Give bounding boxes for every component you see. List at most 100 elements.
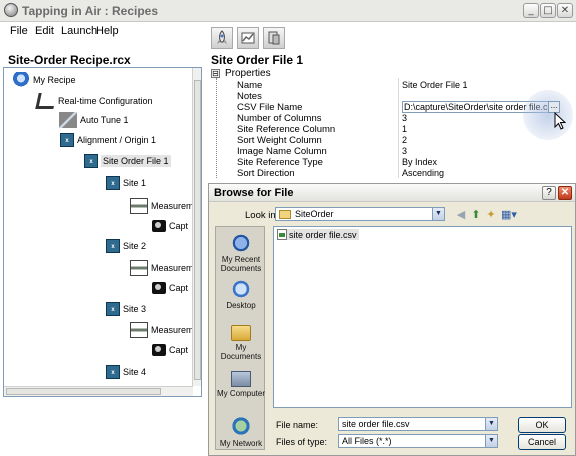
properties-header[interactable]: ⊟ Properties xyxy=(211,68,271,79)
app-icon xyxy=(4,3,18,17)
tree-item-site-2[interactable]: x Site 2 xyxy=(106,239,146,253)
column-divider xyxy=(398,78,399,178)
prop-notes-label: Notes xyxy=(237,91,262,102)
prop-csv-file-label: CSV File Name xyxy=(237,102,303,113)
chevron-down-icon[interactable]: ▼ xyxy=(432,208,444,220)
prop-num-columns-label: Number of Columns xyxy=(237,113,322,124)
dialog-title: Browse for File xyxy=(214,187,294,199)
site-icon: x xyxy=(106,176,120,190)
tree-item-realtime-config[interactable]: Real-time Configuration xyxy=(35,93,153,109)
microscope-icon xyxy=(35,93,57,109)
title-bar: Tapping in Air : Recipes _ □ ✕ xyxy=(0,0,576,22)
prop-name-label: Name xyxy=(237,80,263,91)
tune-icon xyxy=(59,112,77,128)
tree-item-capture-2[interactable]: Capt xyxy=(152,282,188,294)
tree-horizontal-scrollbar[interactable] xyxy=(4,386,193,396)
my-computer-icon xyxy=(231,371,251,387)
scrollbar-thumb[interactable] xyxy=(6,388,161,395)
places-bar: My Recent Documents Desktop My Documents… xyxy=(215,226,265,450)
tree-item-capture-1[interactable]: Capt xyxy=(152,220,188,232)
tree-item-capture-3[interactable]: Capt xyxy=(152,344,188,356)
collapse-icon[interactable]: ⊟ xyxy=(211,69,220,78)
look-in-combobox[interactable]: SiteOrder ▼ xyxy=(275,207,445,221)
prop-sort-direction-label: Sort Direction xyxy=(237,168,295,179)
new-folder-icon[interactable]: ✦ xyxy=(484,208,498,222)
measurement-icon xyxy=(130,198,148,214)
cancel-button[interactable]: Cancel xyxy=(518,434,566,450)
minimize-button[interactable]: _ xyxy=(523,3,539,18)
menu-help[interactable]: Help xyxy=(96,25,119,37)
chevron-down-icon[interactable]: ▼ xyxy=(485,418,497,430)
tree-item-alignment[interactable]: x Alignment / Origin 1 xyxy=(60,133,156,147)
dialog-close-button[interactable]: ✕ xyxy=(558,186,572,200)
tree-item-measurement-3[interactable]: Measuremer xyxy=(130,322,201,338)
file-list[interactable]: site order file.csv xyxy=(273,226,572,408)
close-button[interactable]: ✕ xyxy=(557,3,573,18)
launch-button[interactable] xyxy=(211,27,233,49)
place-my-documents[interactable]: My Documents xyxy=(216,325,266,361)
file-item[interactable]: site order file.csv xyxy=(277,229,359,240)
tools-button[interactable] xyxy=(263,27,285,49)
back-icon[interactable]: ◀ xyxy=(454,208,468,222)
tree-item-measurement-2[interactable]: Measuremer xyxy=(130,260,201,276)
dialog-title-bar: Browse for File ? ✕ xyxy=(209,184,575,202)
scrollbar-thumb[interactable] xyxy=(194,80,201,380)
up-folder-icon[interactable]: ⬆ xyxy=(469,208,483,222)
tree-item-site-4[interactable]: x Site 4 xyxy=(106,365,146,379)
site-icon: x xyxy=(106,365,120,379)
tree-item-measurement-1[interactable]: Measuremer xyxy=(130,198,201,214)
look-in-label: Look in: xyxy=(245,210,279,221)
recent-documents-icon xyxy=(230,233,252,253)
results-button[interactable] xyxy=(237,27,259,49)
site-icon: x xyxy=(106,239,120,253)
tree-vertical-scrollbar[interactable] xyxy=(192,68,201,386)
robot-icon xyxy=(12,72,30,88)
dialog-help-button[interactable]: ? xyxy=(542,186,556,200)
tools-icon xyxy=(268,31,280,45)
prop-site-ref-column-label: Site Reference Column xyxy=(237,124,336,135)
prop-sort-direction-value[interactable]: Ascending xyxy=(402,168,444,180)
file-name-label: File name: xyxy=(276,420,319,430)
network-icon xyxy=(230,417,252,437)
maximize-button[interactable]: □ xyxy=(540,3,556,18)
menu-launch[interactable]: Launch xyxy=(61,25,97,37)
camera-icon xyxy=(152,344,166,356)
desktop-icon xyxy=(230,279,252,299)
my-documents-icon xyxy=(231,325,251,341)
recipe-tree[interactable]: My Recipe Real-time Configuration Auto T… xyxy=(3,67,202,397)
place-my-recent-documents[interactable]: My Recent Documents xyxy=(216,233,266,273)
properties-title: Site Order File 1 xyxy=(211,53,304,67)
site-icon: x xyxy=(106,302,120,316)
csv-file-icon xyxy=(277,229,287,240)
menu-edit[interactable]: Edit xyxy=(35,25,54,37)
tree-item-auto-tune[interactable]: Auto Tune 1 xyxy=(59,112,129,128)
tree-item-my-recipe[interactable]: My Recipe xyxy=(12,72,76,88)
recipe-file-title: Site-Order Recipe.rcx xyxy=(8,53,131,67)
tree-item-site-1[interactable]: x Site 1 xyxy=(106,176,146,190)
window-title: Tapping in Air : Recipes xyxy=(22,4,159,18)
chevron-down-icon[interactable]: ▼ xyxy=(485,435,497,447)
tree-item-site-order-file[interactable]: x Site Order File 1 xyxy=(84,154,171,168)
menu-file[interactable]: File xyxy=(10,25,28,37)
place-my-computer[interactable]: My Computer xyxy=(216,371,266,398)
file-name-field[interactable]: site order file.csv ▼ xyxy=(338,417,498,431)
prop-site-ref-type-label: Site Reference Type xyxy=(237,157,323,168)
prop-image-name-label: Image Name Column xyxy=(237,146,327,157)
camera-icon xyxy=(152,282,166,294)
place-my-network[interactable]: My Network xyxy=(216,417,266,448)
files-of-type-select[interactable]: All Files (*.*) ▼ xyxy=(338,434,498,448)
folder-icon xyxy=(279,210,291,219)
prop-name-value[interactable]: Site Order File 1 xyxy=(402,80,468,92)
measurement-icon xyxy=(130,260,148,276)
measurement-icon xyxy=(130,322,148,338)
view-menu-icon[interactable]: ▦▾ xyxy=(500,208,518,222)
files-of-type-label: Files of type: xyxy=(276,437,328,447)
chart-icon xyxy=(241,32,255,44)
alignment-icon: x xyxy=(60,133,74,147)
ok-button[interactable]: OK xyxy=(518,417,566,433)
place-desktop[interactable]: Desktop xyxy=(216,279,266,310)
site-order-icon: x xyxy=(84,154,98,168)
tree-line xyxy=(216,78,217,178)
tree-item-site-3[interactable]: x Site 3 xyxy=(106,302,146,316)
prop-sort-weight-label: Sort Weight Column xyxy=(237,135,322,146)
